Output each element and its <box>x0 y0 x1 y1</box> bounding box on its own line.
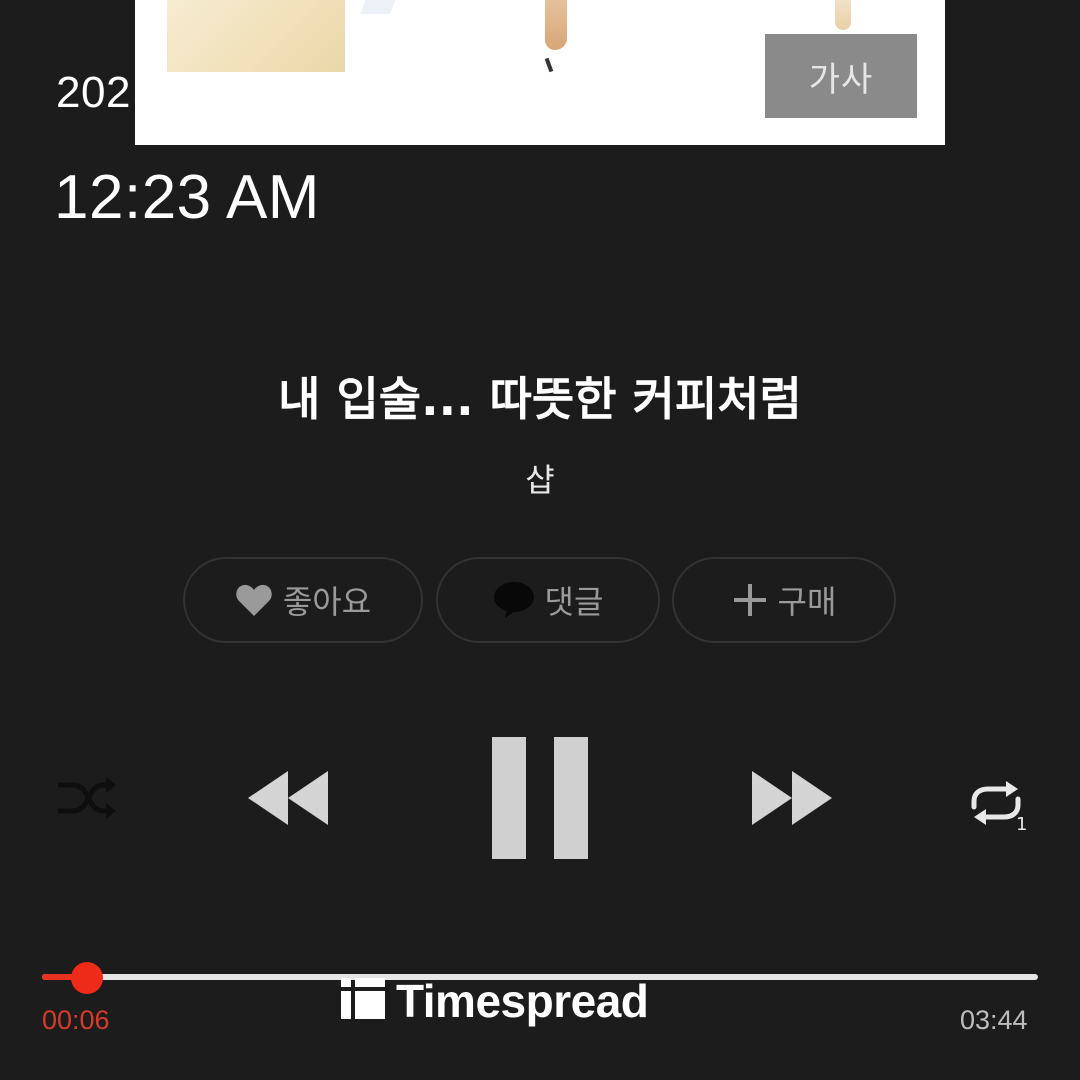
comment-label: 댓글 <box>544 583 604 621</box>
album-art-detail <box>360 0 396 14</box>
like-button[interactable]: 좋아요 <box>183 557 423 643</box>
time-overlay: 12:23 AM <box>54 163 320 232</box>
watermark: Timespread <box>340 975 649 1027</box>
plus-icon <box>732 582 768 618</box>
like-label: 좋아요 <box>282 583 372 621</box>
elapsed-time: 00:06 <box>42 1005 110 1035</box>
album-art[interactable]: 가사 <box>135 0 945 145</box>
album-art-detail <box>544 57 554 73</box>
pause-icon <box>490 735 590 865</box>
fast-forward-icon <box>750 769 836 831</box>
previous-button[interactable] <box>242 768 332 832</box>
album-art-detail <box>545 0 567 50</box>
repeat-count: 1 <box>1016 814 1028 835</box>
album-art-detail <box>167 0 345 72</box>
music-player-screen: 가사 202 12:23 AM 내 입술... 따뜻한 커피처럼 샵 좋아요 댓… <box>0 0 1080 1080</box>
date-overlay: 202 <box>56 68 131 117</box>
shuffle-icon <box>56 775 116 825</box>
total-time: 03:44 <box>960 1005 1028 1035</box>
lyrics-button[interactable]: 가사 <box>765 34 917 118</box>
artist-name[interactable]: 샵 <box>0 455 1080 501</box>
album-art-detail <box>835 0 851 30</box>
buy-button[interactable]: 구매 <box>672 557 896 643</box>
timespread-logo-icon <box>340 978 386 1024</box>
pause-button[interactable] <box>488 736 592 864</box>
progress-thumb[interactable] <box>70 962 103 994</box>
next-button[interactable] <box>748 768 838 832</box>
speech-bubble-icon <box>493 581 535 619</box>
shuffle-button[interactable] <box>56 775 116 825</box>
heart-icon <box>235 583 273 617</box>
comment-button[interactable]: 댓글 <box>436 557 660 643</box>
rewind-icon <box>244 769 330 831</box>
watermark-text: Timespread <box>396 975 649 1027</box>
song-title: 내 입술... 따뜻한 커피처럼 <box>278 372 802 426</box>
buy-label: 구매 <box>777 583 837 621</box>
